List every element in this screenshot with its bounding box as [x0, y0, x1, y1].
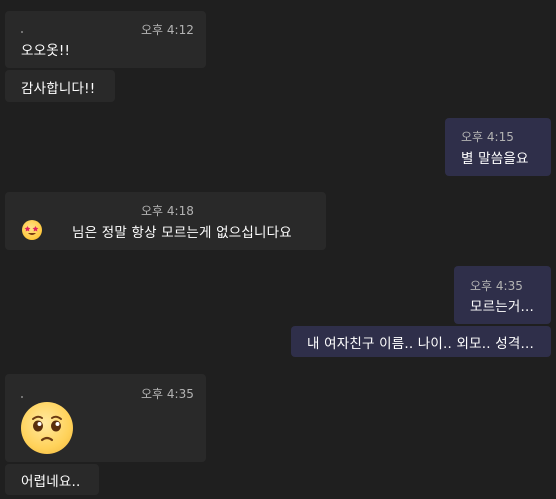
- sender-avatar-placeholder: [21, 31, 23, 33]
- message-text: 별 말씀을요: [461, 151, 529, 167]
- message-timestamp: 오후 4:12: [141, 23, 194, 37]
- sender-avatar-placeholder: [21, 396, 23, 398]
- star-struck-face-icon: [22, 220, 42, 240]
- outgoing-message[interactable]: 오후 4:15 별 말씀을요: [445, 118, 551, 176]
- pleading-face-icon: [21, 402, 73, 454]
- outgoing-message[interactable]: 내 여자친구 이름.. 나이.. 외모.. 성격...: [291, 326, 551, 357]
- message-timestamp: 오후 4:18: [141, 204, 194, 218]
- incoming-message[interactable]: 오후 4:18 님은 정말 항상 모르는게 없으십니다요: [5, 192, 326, 250]
- incoming-message[interactable]: 어렵네요..: [5, 464, 99, 495]
- message-text: 감사합니다!!: [21, 81, 96, 97]
- message-text: 님은 정말 항상 모르는게 없으십니다요: [72, 225, 292, 241]
- message-timestamp: 오후 4:35: [470, 279, 523, 293]
- incoming-message[interactable]: 오후 4:12 오오옷!!: [5, 11, 206, 68]
- message-text: 모르는거...: [470, 299, 534, 315]
- incoming-message[interactable]: 오후 4:35: [5, 374, 206, 462]
- incoming-message[interactable]: 감사합니다!!: [5, 70, 115, 102]
- message-timestamp: 오후 4:35: [141, 387, 194, 401]
- message-text: 오오옷!!: [21, 43, 71, 59]
- message-text: 어렵네요..: [21, 474, 81, 490]
- message-timestamp: 오후 4:15: [461, 130, 514, 144]
- outgoing-message[interactable]: 오후 4:35 모르는거...: [454, 266, 551, 324]
- message-text: 내 여자친구 이름.. 나이.. 외모.. 성격...: [307, 336, 534, 352]
